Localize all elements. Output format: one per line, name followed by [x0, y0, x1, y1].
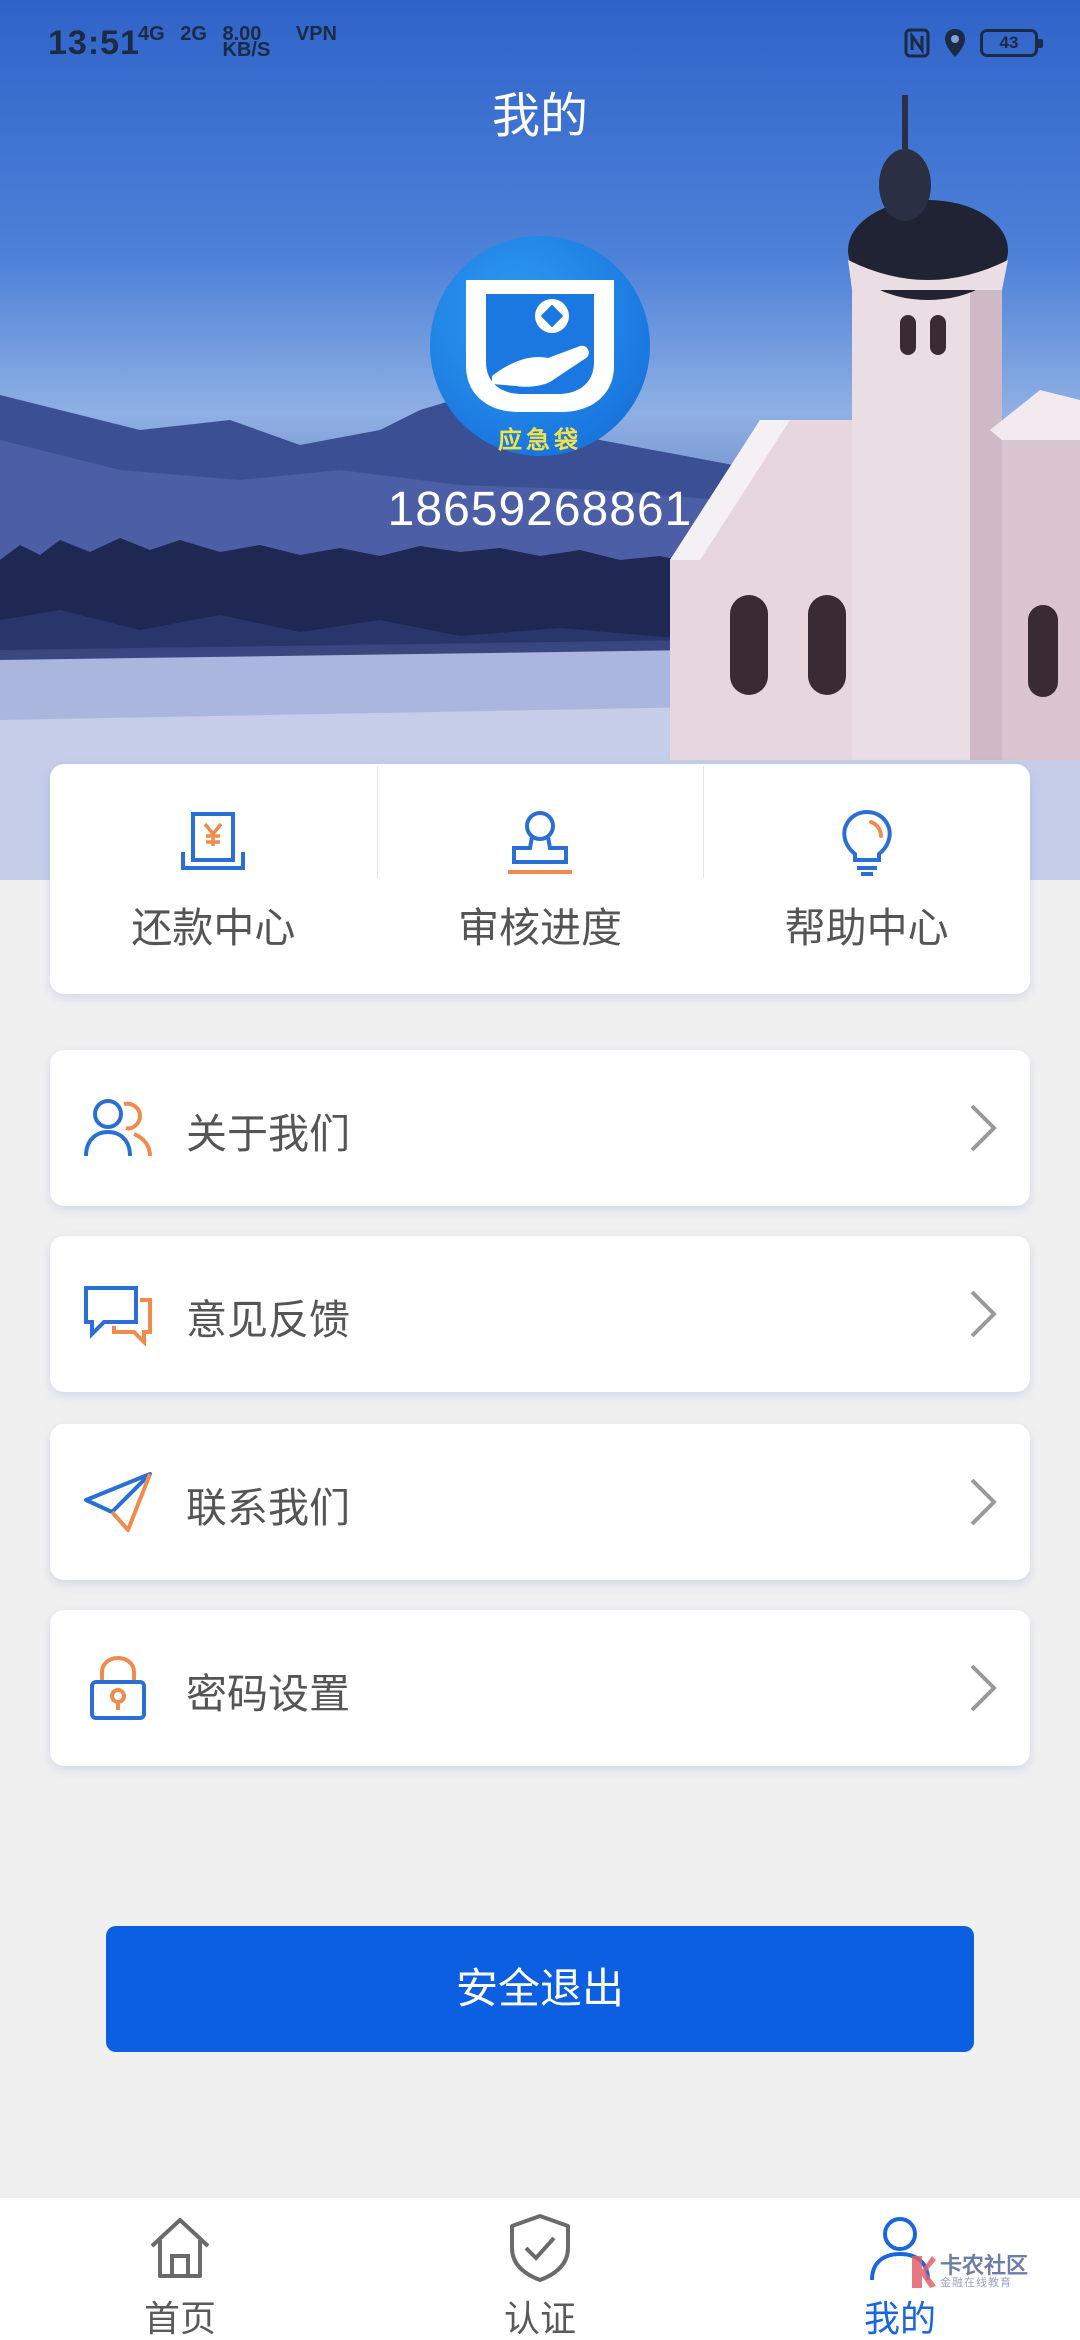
location-icon — [945, 29, 965, 57]
watermark-subtitle: 金融在线教育 — [940, 2276, 1012, 2289]
nfc-icon — [904, 28, 930, 58]
chevron-right-icon — [970, 1664, 997, 1712]
status-signal-group: 4G 2G 8.00 KB/S VPN — [138, 23, 347, 61]
battery-indicator: 43 — [980, 29, 1043, 57]
chevron-right-icon — [970, 1478, 997, 1526]
home-icon — [150, 2218, 210, 2278]
menu-item-contact-us-label: 联系我们 — [186, 1484, 350, 1532]
help-center-label: 帮助中心 — [784, 904, 949, 952]
logout-button[interactable]: 安全退出 — [106, 1926, 974, 2052]
watermark-logo-icon — [912, 2256, 936, 2288]
users-icon — [84, 1099, 152, 1157]
menu-item-contact-us[interactable]: 联系我们 — [50, 1424, 1030, 1580]
menu-item-feedback-label: 意见反馈 — [186, 1296, 350, 1344]
avatar[interactable]: 应急袋 — [430, 236, 650, 456]
menu-item-about-us[interactable]: 关于我们 — [50, 1050, 1030, 1206]
help-center-button[interactable]: 帮助中心 — [703, 764, 1030, 994]
paper-plane-icon — [84, 1472, 152, 1532]
tab-verification-label: 认证 — [503, 2299, 576, 2340]
review-progress-label: 审核进度 — [458, 904, 622, 952]
chevron-right-icon — [970, 1290, 997, 1338]
menu-item-password-settings[interactable]: 密码设置 — [50, 1610, 1030, 1766]
repayment-center-label: 还款中心 — [131, 904, 296, 952]
tab-mine-label: 我的 — [863, 2299, 936, 2340]
network-speed-unit: KB/S — [222, 39, 271, 61]
network-type-2: 2G — [180, 23, 207, 45]
chevron-right-icon — [970, 1104, 997, 1152]
chat-bubbles-icon — [84, 1286, 152, 1346]
repayment-receipt-icon — [181, 812, 246, 870]
shield-check-icon — [510, 2214, 570, 2282]
review-progress-button[interactable]: 审核进度 — [376, 764, 704, 994]
network-speed: 8.00 KB/S — [222, 24, 281, 61]
status-right-group: 43 — [904, 26, 1043, 60]
menu-item-password-settings-label: 密码设置 — [186, 1670, 350, 1718]
tab-home[interactable]: 首页 — [80, 2198, 280, 2340]
menu-item-feedback[interactable]: 意见反馈 — [50, 1236, 1030, 1392]
stamp-icon — [508, 811, 572, 874]
menu-item-about-us-label: 关于我们 — [186, 1110, 350, 1158]
status-time: 13:51 — [48, 24, 140, 62]
profile-header-background: 13:51 4G 2G 8.00 KB/S VPN 43 我的 应急袋 1865… — [0, 0, 1080, 880]
lock-icon — [90, 1656, 146, 1720]
lightbulb-icon — [841, 809, 892, 876]
watermark: 卡农社区 金融在线教育 — [908, 2248, 1058, 2292]
avatar-brand-label: 应急袋 — [498, 426, 582, 454]
repayment-center-button[interactable]: 还款中心 — [50, 764, 377, 994]
quick-actions-card: 还款中心 审核进度 帮助中心 — [50, 764, 1030, 994]
tab-home-label: 首页 — [143, 2299, 216, 2340]
network-type-1: 4G — [138, 23, 165, 45]
page-title: 我的 — [491, 88, 588, 144]
user-phone-number: 18659268861 — [387, 483, 693, 536]
tab-verification[interactable]: 认证 — [440, 2198, 640, 2340]
vpn-indicator: VPN — [295, 23, 337, 45]
